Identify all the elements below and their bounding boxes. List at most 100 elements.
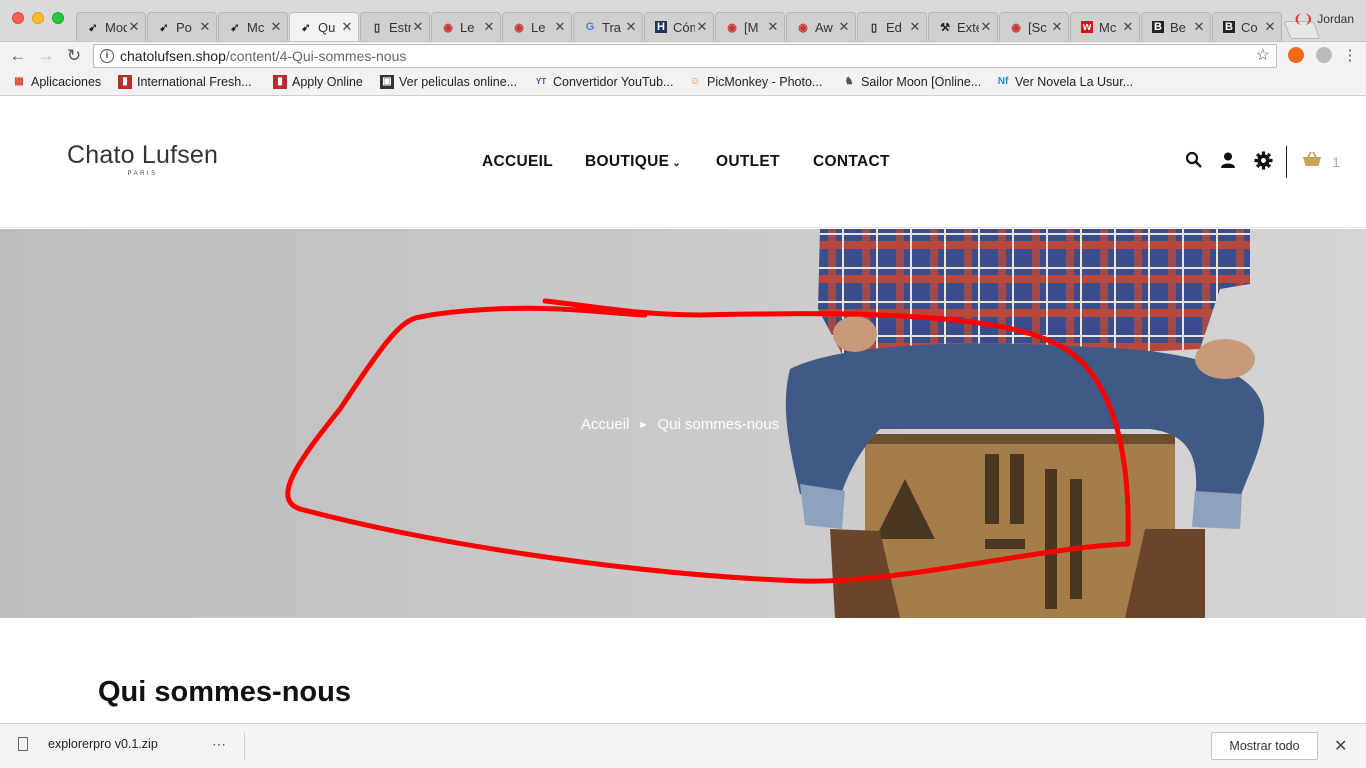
tab[interactable]: ◉ Aw ✕: [786, 12, 856, 41]
tab-title: [M: [744, 19, 759, 35]
bookmark-item[interactable]: ♞ Sailor Moon [Online...: [842, 75, 982, 89]
tab-title: Exten: [957, 19, 979, 35]
tab-active[interactable]: ➹ Qu ✕: [289, 12, 359, 41]
close-tab-icon[interactable]: ✕: [553, 19, 567, 35]
reload-icon[interactable]: ↻: [64, 46, 84, 66]
close-tab-icon[interactable]: ✕: [1192, 19, 1206, 35]
close-tab-icon[interactable]: ✕: [837, 19, 851, 35]
wrench-icon: ⚒: [940, 21, 950, 34]
site-logo[interactable]: Chato Lufsen PARIS: [67, 141, 218, 177]
minimize-window-icon[interactable]: [32, 12, 44, 24]
close-tab-icon[interactable]: ✕: [482, 19, 496, 35]
tab[interactable]: ◉ [M ✕: [715, 12, 785, 41]
close-tab-icon[interactable]: ✕: [1121, 19, 1135, 35]
tab[interactable]: ▯ Estru✕: [360, 12, 430, 41]
bookmark-label: Apply Online: [292, 75, 363, 89]
profile-button[interactable]: ❨❩ Jordan: [1293, 12, 1354, 26]
close-tab-icon[interactable]: ✕: [766, 19, 780, 35]
prestashop-icon: ➹: [230, 21, 240, 34]
tab-title: Le: [531, 19, 546, 35]
close-downloads-icon[interactable]: ✕: [1334, 736, 1347, 756]
prestashop-icon: ➹: [301, 21, 311, 34]
bookmark-item[interactable]: Nf Ver Novela La Usur...: [996, 75, 1133, 89]
basket-icon: [1302, 151, 1326, 171]
header-divider: [1286, 146, 1287, 178]
bookmark-item[interactable]: ▮ International Fresh...: [118, 75, 252, 89]
mascot-icon: ◉: [443, 21, 453, 34]
close-tab-icon[interactable]: ✕: [1263, 19, 1277, 35]
tab[interactable]: B Co ✕: [1212, 12, 1282, 41]
show-all-button[interactable]: Mostrar todo: [1211, 732, 1318, 760]
back-arrow-icon[interactable]: ←: [8, 46, 28, 66]
tab[interactable]: B Be ✕: [1141, 12, 1211, 41]
download-item[interactable]: explorerpro v0.1.zip: [18, 737, 158, 751]
tab[interactable]: ◉ Le ✕: [431, 12, 501, 41]
close-tab-icon[interactable]: ✕: [979, 19, 993, 35]
close-tab-icon[interactable]: ✕: [908, 19, 922, 35]
close-tab-icon[interactable]: ✕: [127, 19, 141, 35]
menu-accueil[interactable]: ACCUEIL: [482, 153, 553, 171]
menu-contact[interactable]: CONTACT: [813, 153, 890, 171]
bookmark-label: Sailor Moon [Online...: [861, 75, 982, 89]
forward-arrow-icon[interactable]: →: [36, 46, 56, 66]
hero-banner: Accueil ▶ Qui sommes-nous: [0, 229, 1366, 618]
nf-icon: Nf: [997, 76, 1009, 87]
downloads-divider: [244, 732, 245, 760]
menu-label: ACCUEIL: [482, 153, 553, 170]
fire-extension-icon[interactable]: [1288, 47, 1304, 63]
page-title: Qui sommes-nous: [98, 676, 351, 708]
menu-boutique[interactable]: BOUTIQUE ⌄: [585, 153, 681, 171]
prestashop-icon: ➹: [159, 21, 169, 34]
tab[interactable]: ⚒ Exten✕: [928, 12, 998, 41]
tab[interactable]: ◉ [Sc ✕: [999, 12, 1069, 41]
breadcrumb-home-link[interactable]: Accueil: [581, 416, 629, 433]
breadcrumb-separator-icon: ▶: [640, 420, 647, 429]
cart-count: 1: [1332, 154, 1340, 170]
close-tab-icon[interactable]: ✕: [198, 19, 212, 35]
download-file-name: explorerpro v0.1.zip: [48, 737, 158, 751]
maximize-window-icon[interactable]: [52, 12, 64, 24]
close-tab-icon[interactable]: ✕: [1050, 19, 1064, 35]
bookmark-item[interactable]: YT Convertidor YouTub...: [534, 75, 674, 89]
tab[interactable]: ➹ Mc ✕: [218, 12, 288, 41]
close-tab-icon[interactable]: ✕: [340, 19, 354, 35]
cloud-extension-icon[interactable]: [1316, 47, 1332, 63]
bookmark-label: PicMonkey - Photo...: [707, 75, 823, 89]
bookmark-item[interactable]: ▣ Ver peliculas online...: [380, 75, 517, 89]
tab[interactable]: G Tra ✕: [573, 12, 643, 41]
tab[interactable]: ◉ Le ✕: [502, 12, 572, 41]
bookmark-item[interactable]: ▮ Apply Online: [273, 75, 363, 89]
tab-title: Le: [460, 19, 475, 35]
download-more-icon[interactable]: ⋯: [212, 736, 227, 753]
menu-kebab-icon[interactable]: ⋮: [1340, 46, 1360, 66]
tab[interactable]: w Mc ✕: [1070, 12, 1140, 41]
tab[interactable]: ➹ Modu✕: [76, 12, 146, 41]
menu-outlet[interactable]: OUTLET: [716, 153, 780, 171]
address-bar[interactable]: i chatolufsen.shop/content/4-Qui-sommes-…: [93, 44, 1277, 68]
close-tab-icon[interactable]: ✕: [624, 19, 638, 35]
file-icon: [18, 737, 28, 751]
url-path: /content/4-Qui-sommes-nous: [225, 48, 407, 64]
chevron-down-icon: ⌄: [672, 158, 681, 169]
tab-title: Cómo: [673, 19, 695, 35]
info-icon[interactable]: i: [100, 49, 114, 63]
gear-icon[interactable]: [1253, 151, 1273, 171]
search-icon[interactable]: [1184, 151, 1204, 171]
close-tab-icon[interactable]: ✕: [695, 19, 709, 35]
close-window-icon[interactable]: [12, 12, 24, 24]
tab[interactable]: ▯ Ed ✕: [857, 12, 927, 41]
bookmark-item[interactable]: ☺ PicMonkey - Photo...: [688, 75, 822, 89]
user-icon[interactable]: [1218, 151, 1238, 171]
tab[interactable]: H Cómo✕: [644, 12, 714, 41]
bookmark-star-icon[interactable]: ☆: [1256, 45, 1270, 67]
logo-subtitle: PARIS: [127, 171, 158, 177]
bookmarks-bar: ▦ Aplicaciones ▮ International Fresh... ▮ A…: [0, 70, 1366, 96]
tab-title: Aw: [815, 19, 833, 35]
close-tab-icon[interactable]: ✕: [269, 19, 283, 35]
b-icon: B: [1223, 21, 1235, 33]
red-book-icon: ▮: [273, 75, 287, 89]
close-tab-icon[interactable]: ✕: [411, 19, 425, 35]
cart-button[interactable]: 1: [1302, 151, 1340, 171]
tab[interactable]: ➹ Po ✕: [147, 12, 217, 41]
bookmark-item[interactable]: ▦ Aplicaciones: [12, 75, 101, 89]
